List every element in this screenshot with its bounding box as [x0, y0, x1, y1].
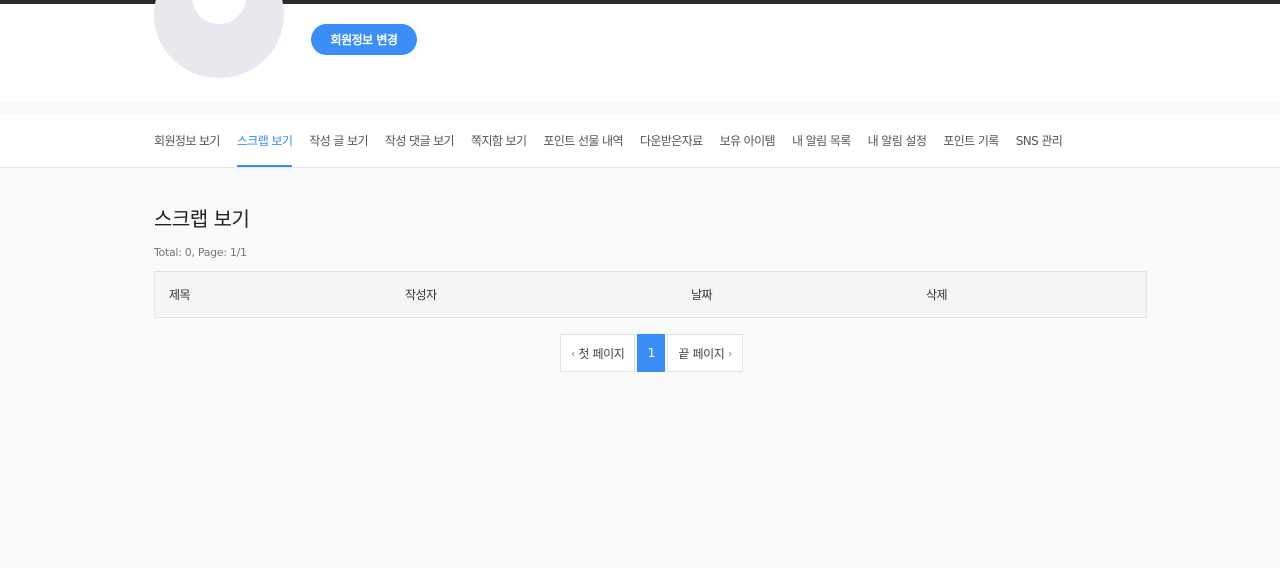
last-page-button[interactable]: 끝 페이지 ›: [667, 334, 743, 372]
page-number-button[interactable]: 1: [637, 334, 666, 372]
tab-downloads[interactable]: 다운받은자료: [640, 114, 703, 167]
tab-items[interactable]: 보유 아이템: [720, 114, 776, 167]
tab-my-comments[interactable]: 작성 댓글 보기: [385, 114, 455, 167]
table-header: 제목 작성자 날짜 삭제: [154, 271, 1147, 318]
first-page-label: 첫 페이지: [578, 346, 625, 361]
tab-member-info[interactable]: 회원정보 보기: [154, 114, 220, 167]
edit-profile-button[interactable]: 회원정보 변경: [311, 24, 417, 55]
last-page-label: 끝 페이지: [678, 346, 725, 361]
avatar: [154, 0, 284, 78]
tab-point-gifts[interactable]: 포인트 선물 내역: [543, 114, 623, 167]
page-title: 스크랩 보기: [154, 207, 250, 231]
chevron-right-icon: ›: [727, 346, 732, 360]
column-header-title: 제목: [169, 288, 191, 302]
list-summary: Total: 0, Page: 1/1: [154, 246, 247, 259]
tab-point-history[interactable]: 포인트 기록: [943, 114, 999, 167]
first-page-button[interactable]: ‹ 첫 페이지: [560, 334, 636, 372]
profile-header: 회원정보 변경: [0, 0, 1280, 102]
tab-sns[interactable]: SNS 관리: [1016, 114, 1063, 167]
tab-notifications[interactable]: 내 알림 목록: [792, 114, 851, 167]
tab-scrap[interactable]: 스크랩 보기: [236, 114, 293, 167]
column-header-date: 날짜: [691, 288, 713, 302]
tab-my-posts[interactable]: 작성 글 보기: [309, 114, 368, 167]
column-header-delete: 삭제: [926, 288, 948, 302]
member-tabs: 회원정보 보기 스크랩 보기 작성 글 보기 작성 댓글 보기 쪽지함 보기 포…: [0, 114, 1280, 168]
tab-notification-settings[interactable]: 내 알림 설정: [868, 114, 927, 167]
column-header-author: 작성자: [405, 288, 437, 302]
pagination: ‹ 첫 페이지 1 끝 페이지 ›: [560, 334, 743, 372]
tab-messages[interactable]: 쪽지함 보기: [471, 114, 527, 167]
chevron-left-icon: ‹: [571, 346, 575, 360]
